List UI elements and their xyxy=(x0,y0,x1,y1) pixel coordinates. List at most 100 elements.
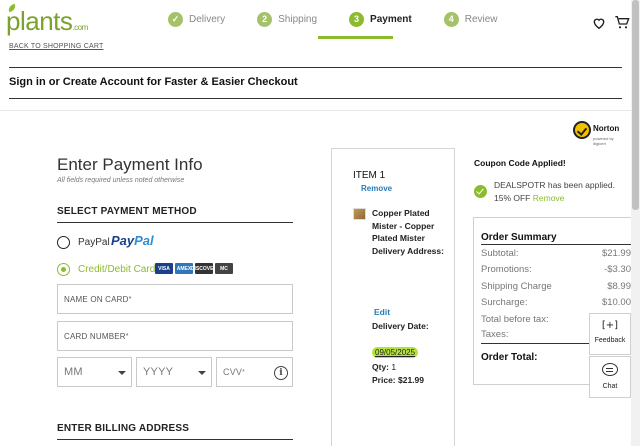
card-radio[interactable] xyxy=(57,263,70,276)
row-value: $8.99 xyxy=(607,281,631,292)
chat-bubble-icon xyxy=(602,363,618,376)
check-circle-icon xyxy=(474,185,487,198)
qty-label: Qty: xyxy=(372,362,389,372)
summary-row-promotions: Promotions: -$3.30 xyxy=(481,264,631,275)
product-thumbnail xyxy=(353,208,366,220)
step-number: 3 xyxy=(349,11,365,27)
row-value: $10.00 xyxy=(601,297,631,308)
required-note: All fields required unless noted otherwi… xyxy=(57,177,185,184)
row-label: Promotions: xyxy=(481,264,532,275)
signin-banner[interactable]: Sign in or Create Account for Faster & E… xyxy=(9,76,298,88)
edit-address-link[interactable]: Edit xyxy=(374,307,390,317)
page-title: Enter Payment Info xyxy=(57,155,203,174)
qty-value: 1 xyxy=(391,362,397,372)
info-icon[interactable]: i xyxy=(274,366,288,380)
required-mark: * xyxy=(242,368,246,376)
expiry-year-select[interactable]: YYYY xyxy=(136,357,212,387)
required-mark: * xyxy=(125,332,129,340)
norton-word: Norton xyxy=(593,124,620,133)
expiry-month-select[interactable]: MM xyxy=(57,357,132,387)
item-remove-link[interactable]: Remove xyxy=(361,184,392,193)
coupon-message: DEALSPOTR has been applied. 15% OFF Remo… xyxy=(494,179,624,205)
name-on-card-field[interactable]: NAME ON CARD * xyxy=(57,284,293,314)
divider xyxy=(481,244,633,245)
cart-icon[interactable] xyxy=(614,14,630,30)
card-label[interactable]: Credit/Debit Card xyxy=(78,264,155,275)
chevron-down-icon xyxy=(118,371,126,375)
row-label: Subtotal: xyxy=(481,248,519,259)
logo-suffix: .com xyxy=(72,23,88,32)
item-price: Price: $21.99 xyxy=(372,375,424,385)
step-label: Payment xyxy=(370,13,412,25)
back-to-cart-link[interactable]: BACK TO SHOPPING CART xyxy=(9,43,103,50)
divider xyxy=(481,343,601,344)
paypal-logo-pal: Pal xyxy=(134,233,154,248)
item-name: Copper Plated Mister - Copper Plated Mis… xyxy=(372,208,444,256)
item-qty: Qty: 1 xyxy=(372,362,396,372)
step-check-icon: ✓ xyxy=(168,11,183,27)
feedback-label: Feedback xyxy=(594,337,626,344)
norton-badge: Norton powered by digicert xyxy=(573,121,625,147)
step-shipping[interactable]: 2 Shipping xyxy=(257,8,317,30)
step-payment[interactable]: 3 Payment xyxy=(349,8,412,30)
payment-method-heading: SELECT PAYMENT METHOD xyxy=(57,206,197,217)
cvv-field[interactable]: CVV * i xyxy=(216,357,293,387)
heart-icon[interactable] xyxy=(592,16,606,30)
divider xyxy=(57,222,293,223)
billing-heading: ENTER BILLING ADDRESS xyxy=(57,423,190,434)
delivery-date-label: Delivery Date: xyxy=(372,321,429,331)
card-number-field[interactable]: CARD NUMBER * xyxy=(57,321,293,351)
row-label: Total before tax: xyxy=(481,314,549,325)
divider xyxy=(0,110,640,111)
row-label: Surcharge: xyxy=(481,297,528,308)
scrollbar-thumb[interactable] xyxy=(632,0,639,210)
step-label: Shipping xyxy=(278,13,318,25)
card-logos: VISA AMEX DISCOVER MC xyxy=(155,263,235,274)
order-total-label: Order Total: xyxy=(481,352,538,363)
step-delivery[interactable]: ✓ Delivery xyxy=(168,8,225,30)
summary-row-shipping: Shipping Charge $8.99 xyxy=(481,281,631,292)
required-mark: * xyxy=(128,295,132,303)
field-placeholder: MM xyxy=(64,366,83,378)
divider xyxy=(9,67,622,68)
field-placeholder: CARD NUMBER xyxy=(64,331,126,341)
cart-item-panel: ITEM 1 Remove Copper Plated Mister - Cop… xyxy=(331,148,455,446)
plants-logo[interactable]: plants.com xyxy=(6,3,88,37)
divider xyxy=(57,439,293,440)
paypal-label[interactable]: PayPal xyxy=(78,237,110,248)
mastercard-icon: MC xyxy=(215,263,233,274)
delivery-date-link[interactable]: 09/05/2025 xyxy=(372,347,419,358)
summary-row-surcharge: Surcharge: $10.00 xyxy=(481,297,631,308)
norton-check-icon xyxy=(573,121,591,139)
norton-sub: powered by digicert xyxy=(593,136,614,146)
row-value: -$3.30 xyxy=(604,264,631,275)
paypal-radio[interactable] xyxy=(57,236,70,249)
row-label: Shipping Charge xyxy=(481,281,552,292)
row-value: $21.99 xyxy=(601,248,631,259)
step-number: 4 xyxy=(443,11,459,27)
field-placeholder: CVV xyxy=(223,367,243,377)
step-label: Delivery xyxy=(189,13,226,25)
active-step-indicator xyxy=(318,36,393,39)
logo-text: plants xyxy=(6,6,73,36)
feedback-button[interactable]: [+] Feedback xyxy=(589,313,631,355)
step-number: 2 xyxy=(257,11,273,27)
step-label: Review xyxy=(464,13,498,25)
paypal-logo-pay: Pay xyxy=(111,233,135,248)
visa-icon: VISA xyxy=(155,263,173,274)
paypal-logo: PayPal xyxy=(111,233,154,248)
summary-title: Order Summary xyxy=(481,232,557,243)
feedback-icon: [+] xyxy=(601,320,619,331)
item-title: ITEM 1 xyxy=(353,170,386,181)
divider xyxy=(9,98,622,99)
chevron-down-icon xyxy=(198,371,206,375)
coupon-remove-link[interactable]: Remove xyxy=(533,193,565,203)
checkout-steps: ✓ Delivery 2 Shipping 3 Payment 4 Review xyxy=(168,8,530,30)
chat-label: Chat xyxy=(602,383,618,390)
summary-row-subtotal: Subtotal: $21.99 xyxy=(481,248,631,259)
chat-button[interactable]: Chat xyxy=(589,356,631,398)
discover-icon: DISCOVER xyxy=(191,263,217,274)
step-review[interactable]: 4 Review xyxy=(443,8,498,30)
coupon-title: Coupon Code Applied! xyxy=(474,158,566,168)
field-placeholder: NAME ON CARD xyxy=(64,294,129,304)
